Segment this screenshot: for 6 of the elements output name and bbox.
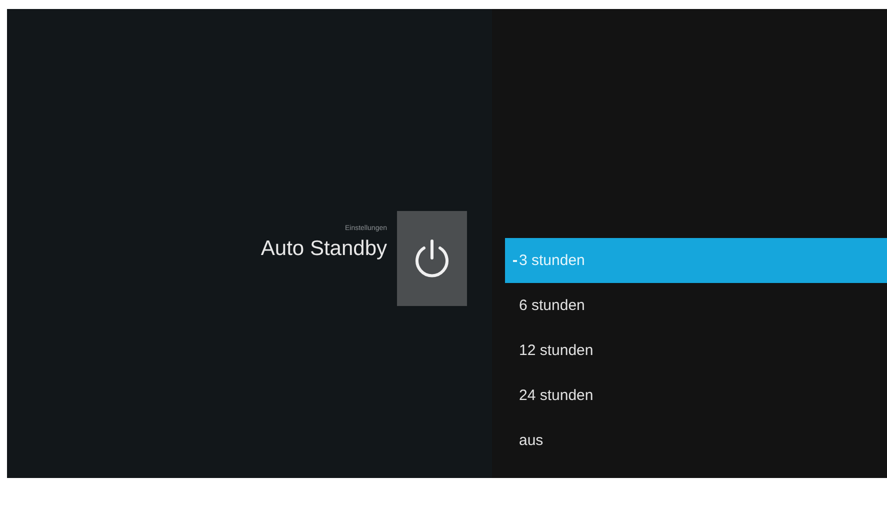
option-item[interactable]: 24 stunden <box>505 373 887 418</box>
option-item[interactable]: aus <box>505 418 887 463</box>
option-item[interactable]: 12 stunden <box>505 328 887 373</box>
selected-marker-icon <box>513 260 517 262</box>
page-title: Auto Standby <box>260 237 387 261</box>
option-item[interactable]: 6 stunden <box>505 283 887 328</box>
